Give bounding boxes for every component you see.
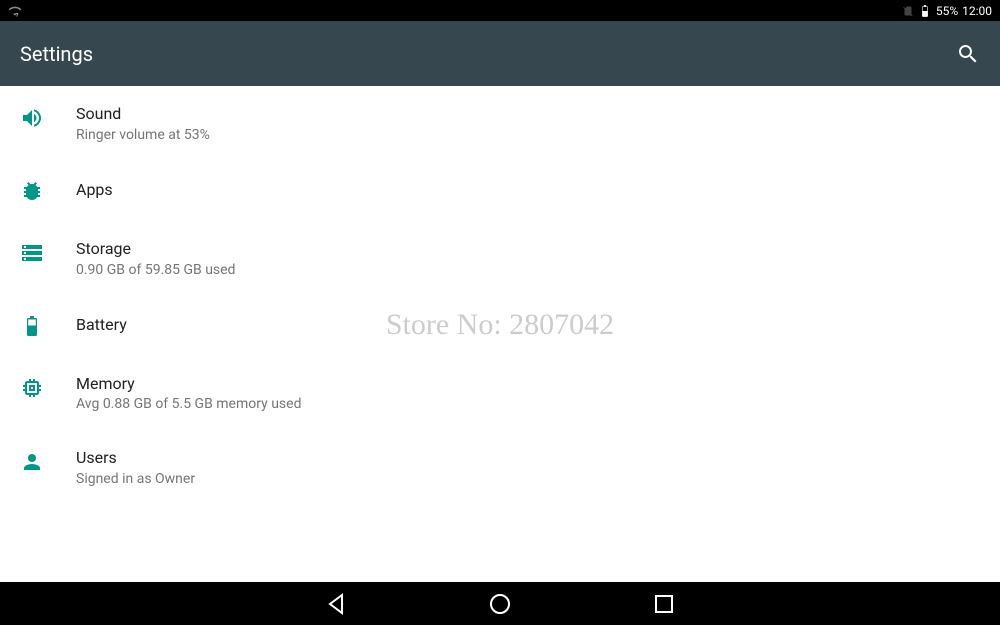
volume-up-icon [20,106,44,130]
app-header: Settings [0,21,1000,86]
settings-item-storage[interactable]: Storage 0.90 GB of 59.85 GB used [0,221,1000,296]
clock: 12:00 [962,4,992,18]
settings-item-battery[interactable]: Battery [0,296,1000,356]
settings-item-memory[interactable]: Memory Avg 0.88 GB of 5.5 GB memory used [0,356,1000,431]
settings-item-title: Sound [76,104,980,125]
navigation-bar [0,582,1000,625]
settings-item-users[interactable]: Users Signed in as Owner [0,430,1000,505]
apps-icon [20,179,44,203]
wifi-question-icon: ? [8,4,22,18]
storage-icon [20,241,44,265]
settings-item-subtitle: Signed in as Owner [76,471,980,487]
settings-item-title: Users [76,448,980,469]
battery-percentage: 55% [936,4,958,18]
settings-item-subtitle: 0.90 GB of 59.85 GB used [76,262,980,278]
battery-status-icon [918,4,932,18]
memory-icon [20,376,44,400]
back-button[interactable] [324,592,348,616]
recent-apps-button[interactable] [652,592,676,616]
settings-item-title: Battery [76,315,980,336]
home-button[interactable] [488,592,512,616]
settings-item-title: Apps [76,180,980,201]
no-sim-icon [902,5,914,17]
svg-text:?: ? [16,12,19,17]
status-bar: ? 55% 12:00 [0,0,1000,21]
settings-item-title: Storage [76,239,980,260]
settings-item-sound[interactable]: Sound Ringer volume at 53% [0,86,1000,161]
search-icon[interactable] [956,42,980,66]
battery-icon [20,314,44,338]
settings-item-subtitle: Ringer volume at 53% [76,127,980,143]
page-title: Settings [20,42,93,66]
settings-item-subtitle: Avg 0.88 GB of 5.5 GB memory used [76,396,980,412]
settings-list: Sound Ringer volume at 53% Apps Storage … [0,86,1000,582]
settings-item-apps[interactable]: Apps [0,161,1000,221]
settings-item-title: Memory [76,374,980,395]
user-icon [20,450,44,474]
